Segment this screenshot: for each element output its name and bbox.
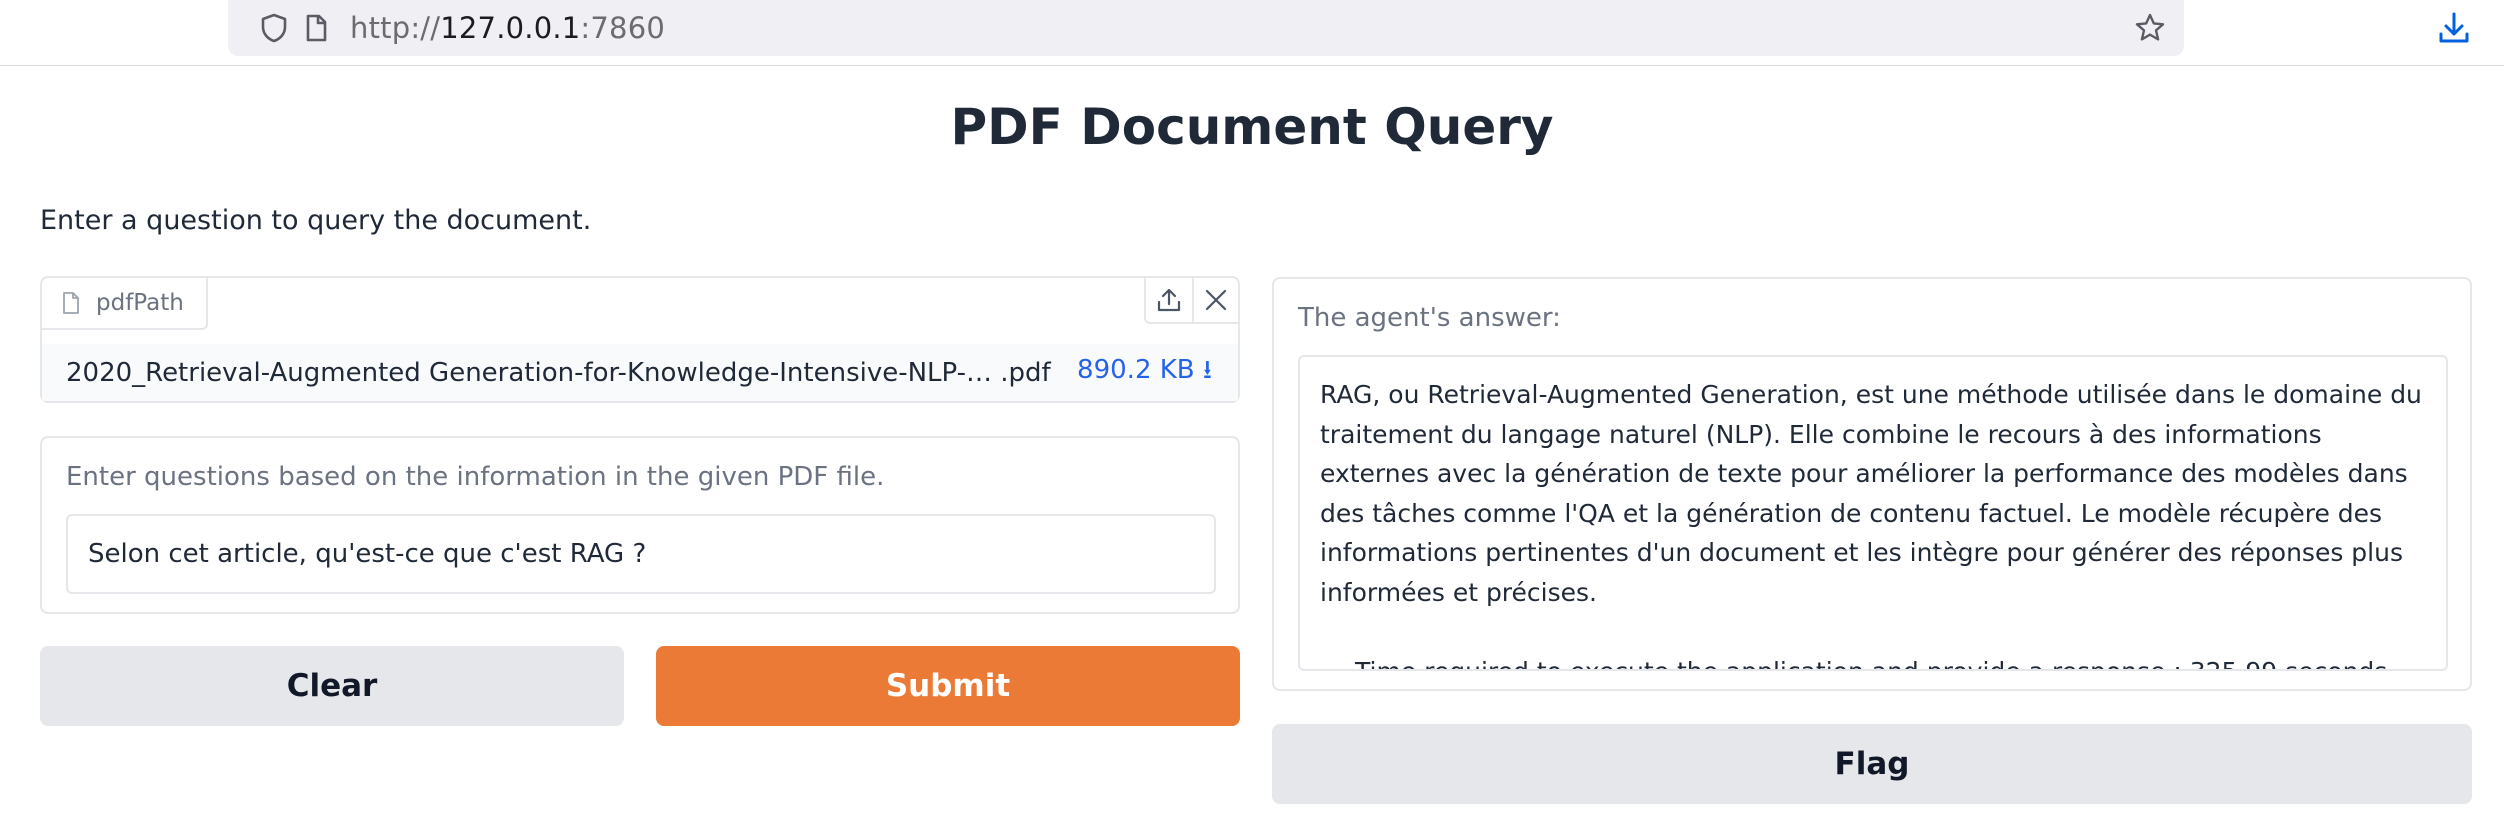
answer-label: The agent's answer: — [1298, 303, 1561, 333]
page-icon[interactable] — [300, 12, 332, 44]
file-actions — [1144, 278, 1238, 324]
file-row: 2020_Retrieval-Augmented Generation-for-… — [42, 344, 1238, 401]
upload-button[interactable] — [1146, 278, 1192, 322]
flag-button[interactable]: Flag — [1272, 724, 2472, 804]
url-text[interactable]: http://127.0.0.1:7860 — [350, 11, 665, 45]
answer-panel: The agent's answer: RAG, ou Retrieval-Au… — [1272, 277, 2472, 691]
file-icon — [63, 292, 79, 314]
upload-icon — [1157, 288, 1181, 312]
star-icon[interactable] — [2134, 12, 2166, 44]
answer-output[interactable]: RAG, ou Retrieval-Augmented Generation, … — [1298, 355, 2448, 671]
question-panel: Enter questions based on the information… — [40, 436, 1240, 614]
file-input-label: pdfPath — [42, 278, 208, 330]
page-title: PDF Document Query — [950, 98, 1554, 156]
page-description: Enter a question to query the document. — [40, 205, 592, 236]
close-icon — [1205, 289, 1227, 311]
clear-button[interactable]: Clear — [40, 646, 624, 726]
shield-icon[interactable] — [258, 12, 290, 44]
download-icon[interactable] — [2436, 10, 2472, 46]
address-bar[interactable]: http://127.0.0.1:7860 — [228, 0, 2184, 56]
question-input[interactable] — [66, 514, 1216, 594]
remove-file-button[interactable] — [1192, 278, 1238, 322]
question-label: Enter questions based on the information… — [66, 462, 885, 492]
browser-toolbar: http://127.0.0.1:7860 — [0, 0, 2504, 66]
file-download-link[interactable]: 890.2 KB ⭳ — [1077, 351, 1212, 395]
file-input-label-text: pdfPath — [96, 290, 184, 316]
file-name: 2020_Retrieval-Augmented Generation-for-… — [66, 357, 1051, 388]
pdf-file-input[interactable]: pdfPath 2020_Retrieval-Augmented Generat… — [40, 276, 1240, 403]
submit-button[interactable]: Submit — [656, 646, 1240, 726]
